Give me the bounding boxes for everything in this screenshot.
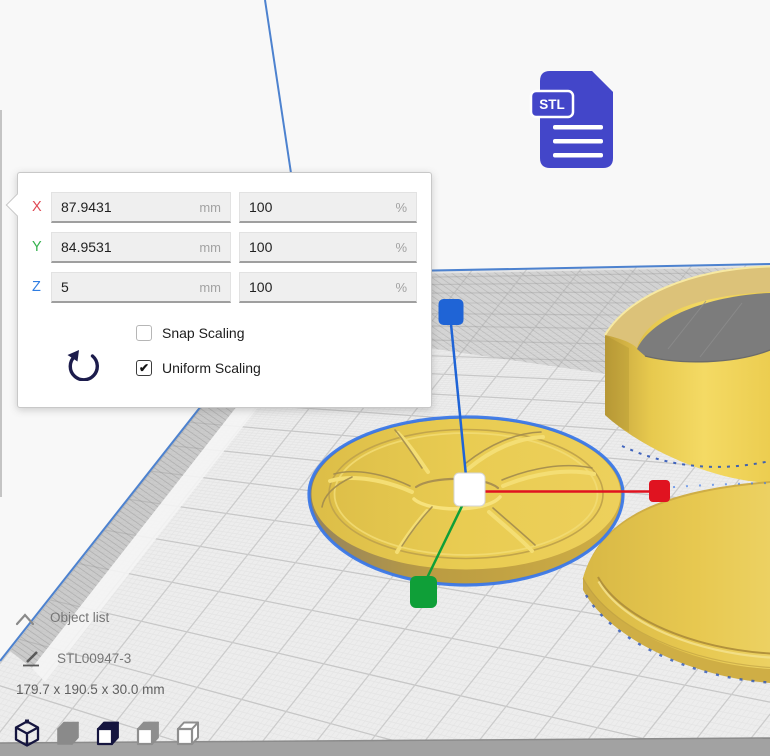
y-size-input[interactable]: 84.9531 mm bbox=[51, 232, 231, 263]
right-view-cube-icon bbox=[173, 718, 201, 749]
object-list-header[interactable]: Object list bbox=[50, 610, 109, 625]
stl-badge-label: STL bbox=[539, 97, 565, 112]
scale-tool-panel: X 87.9431 mm 100 % Y 84.9531 mm 100 % Z … bbox=[17, 172, 432, 408]
front-view-cube-icon bbox=[53, 718, 81, 749]
x-size-input[interactable]: 87.9431 mm bbox=[51, 192, 231, 223]
z-percent-input[interactable]: 100 % bbox=[239, 272, 417, 303]
collapse-chevron-icon[interactable] bbox=[14, 612, 36, 627]
view-front-button[interactable] bbox=[53, 718, 81, 749]
view-right-button[interactable] bbox=[173, 718, 201, 749]
snap-scaling-checkbox[interactable] bbox=[136, 325, 152, 341]
y-axis-handle[interactable] bbox=[410, 576, 437, 608]
center-handle[interactable] bbox=[454, 473, 485, 506]
x-percent-value: 100 bbox=[249, 199, 272, 215]
3d-view-cube-icon bbox=[13, 718, 41, 749]
view-left-button[interactable] bbox=[133, 718, 161, 749]
x-percent-unit: % bbox=[395, 200, 407, 215]
top-view-cube-icon bbox=[93, 718, 121, 749]
z-size-input[interactable]: 5 mm bbox=[51, 272, 231, 303]
reset-scale-button[interactable] bbox=[64, 337, 104, 381]
camera-view-toolbar bbox=[13, 718, 201, 749]
axis-y-label: Y bbox=[32, 232, 50, 263]
x-axis-handle[interactable] bbox=[649, 480, 670, 502]
z-percent-value: 100 bbox=[249, 279, 272, 295]
x-size-unit: mm bbox=[199, 200, 221, 215]
z-size-unit: mm bbox=[199, 280, 221, 295]
edit-pencil-icon[interactable] bbox=[22, 650, 41, 668]
y-percent-input[interactable]: 100 % bbox=[239, 232, 417, 263]
y-size-unit: mm bbox=[199, 240, 221, 255]
x-size-value: 87.9431 bbox=[61, 199, 112, 215]
uniform-scaling-checkbox[interactable]: ✔ bbox=[136, 360, 152, 376]
left-view-cube-icon bbox=[133, 718, 161, 749]
axis-x-label: X bbox=[32, 192, 50, 223]
model-dimensions-label: 179.7 x 190.5 x 30.0 mm bbox=[16, 682, 165, 697]
view-3d-button[interactable] bbox=[13, 718, 41, 749]
x-percent-input[interactable]: 100 % bbox=[239, 192, 417, 223]
axis-z-label: Z bbox=[32, 272, 50, 303]
y-percent-unit: % bbox=[395, 240, 407, 255]
z-percent-unit: % bbox=[395, 280, 407, 295]
y-percent-value: 100 bbox=[249, 239, 272, 255]
object-list-item[interactable]: STL00947-3 bbox=[57, 651, 131, 666]
uniform-scaling-row: ✔ Uniform Scaling bbox=[136, 360, 261, 376]
z-size-value: 5 bbox=[61, 279, 69, 295]
z-axis-handle[interactable] bbox=[439, 299, 464, 325]
reset-rotate-icon bbox=[64, 337, 104, 381]
stl-file-icon: STL bbox=[531, 69, 616, 168]
y-size-value: 84.9531 bbox=[61, 239, 112, 255]
cura-window: STL X 87.9431 mm 100 % Y 84.9531 mm 100 … bbox=[0, 0, 770, 756]
snap-scaling-row: Snap Scaling bbox=[136, 325, 245, 341]
snap-scaling-label: Snap Scaling bbox=[162, 325, 245, 341]
view-top-button[interactable] bbox=[93, 718, 121, 749]
uniform-scaling-label: Uniform Scaling bbox=[162, 360, 261, 376]
